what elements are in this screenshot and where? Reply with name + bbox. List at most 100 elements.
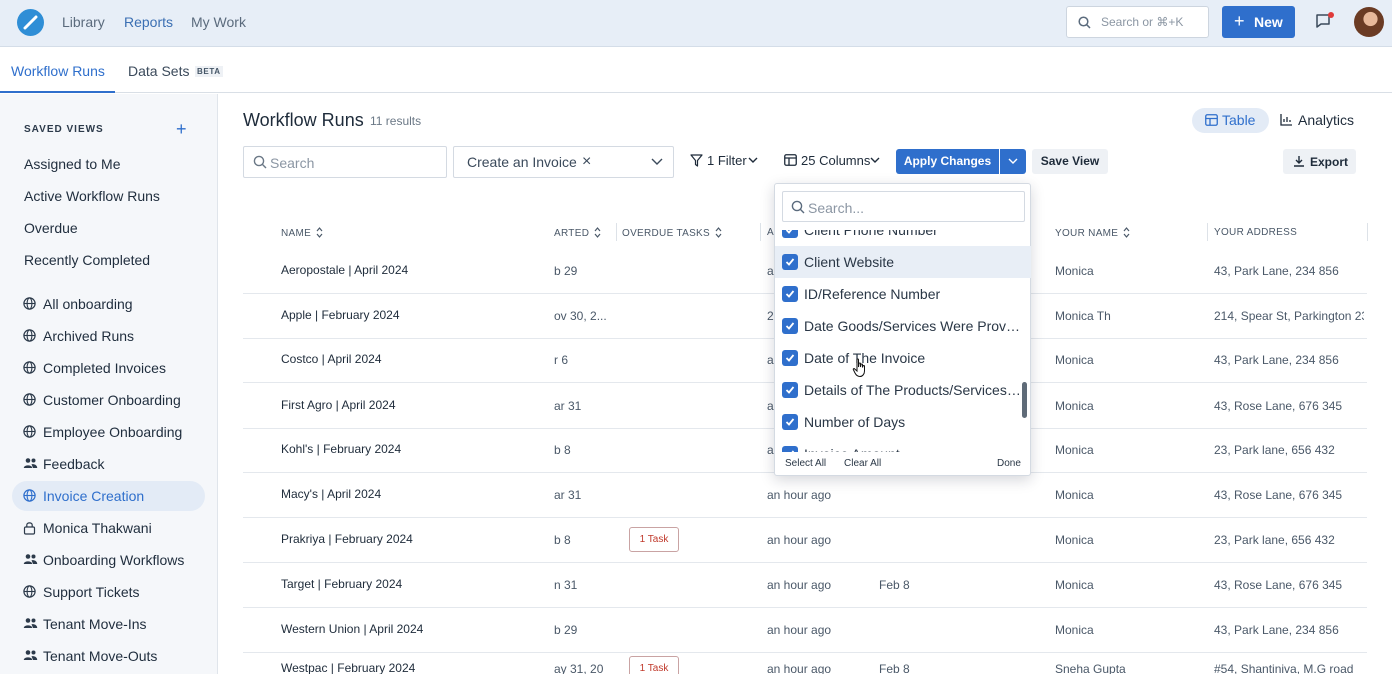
clear-all-button[interactable]: Clear All — [844, 458, 881, 469]
sidebar-item-support-tickets[interactable]: Support Tickets — [12, 577, 205, 607]
row-name[interactable]: Target | February 2024 — [281, 577, 531, 591]
table-search-input[interactable]: Search — [243, 146, 447, 178]
user-avatar[interactable] — [1354, 7, 1384, 37]
workflow-select[interactable]: Create an Invoice × — [453, 146, 674, 178]
row-your-address: 43, Park Lane, 234 856 — [1214, 623, 1339, 637]
save-view-button[interactable]: Save View — [1032, 149, 1108, 174]
column-header-fourth[interactable]: A — [767, 227, 774, 238]
row-col4: an hour ago — [767, 488, 832, 502]
checkbox-checked-icon[interactable] — [782, 254, 798, 270]
column-divider[interactable] — [760, 223, 761, 241]
row-name[interactable]: Macy's | April 2024 — [281, 487, 531, 501]
column-header-overdue-tasks[interactable]: OVERDUE TASKS — [622, 227, 722, 239]
row-name[interactable]: Kohl's | February 2024 — [281, 442, 531, 456]
sidebar-item-tenant-move-outs[interactable]: Tenant Move-Outs — [12, 641, 205, 671]
column-header-name-label: NAME — [281, 228, 312, 239]
column-header-your-name[interactable]: YOUR NAME — [1055, 227, 1130, 239]
remove-workflow-icon[interactable]: × — [582, 153, 591, 171]
column-header-name[interactable]: NAME — [281, 227, 323, 239]
row-name[interactable]: Apple | February 2024 — [281, 308, 531, 322]
sidebar-item-label: Archived Runs — [43, 328, 135, 344]
row-name[interactable]: Aeropostale | April 2024 — [281, 263, 531, 277]
column-header-your-address[interactable]: YOUR ADDRESS — [1214, 227, 1297, 238]
column-option[interactable]: Client Website — [775, 246, 1031, 278]
row-your-address: 43, Park Lane, 234 856 — [1214, 353, 1339, 367]
column-option[interactable]: ID/Reference Number — [775, 278, 1031, 310]
view-active-workflow-runs[interactable]: Active Workflow Runs — [24, 188, 160, 204]
new-button[interactable]: + New — [1222, 6, 1295, 38]
overdue-task-badge[interactable]: 1 Task — [629, 527, 679, 552]
done-button[interactable]: Done — [997, 458, 1021, 469]
sidebar-item-monica-thakwani[interactable]: Monica Thakwani — [12, 513, 205, 543]
global-search-placeholder: Search or ⌘+K — [1101, 15, 1184, 29]
column-option[interactable]: Number of Days — [775, 406, 1031, 438]
sidebar-item-completed-invoices[interactable]: Completed Invoices — [12, 353, 205, 383]
row-name[interactable]: Western Union | April 2024 — [281, 622, 531, 636]
export-button[interactable]: Export — [1283, 149, 1356, 174]
row-started: b 8 — [554, 443, 571, 457]
checkbox-checked-icon[interactable] — [782, 382, 798, 398]
results-count: 11 results — [370, 114, 422, 128]
apply-options-button[interactable] — [1000, 149, 1026, 174]
select-all-button[interactable]: Select All — [785, 458, 826, 469]
sidebar-item-employee-onboarding[interactable]: Employee Onboarding — [12, 417, 205, 447]
app-logo[interactable] — [17, 9, 44, 36]
nav-library[interactable]: Library — [62, 14, 105, 30]
nav-my-work[interactable]: My Work — [191, 14, 246, 30]
active-tab-indicator — [0, 91, 115, 93]
row-started: b 29 — [554, 623, 578, 637]
checkbox-checked-icon[interactable] — [782, 350, 798, 366]
sidebar-item-customer-onboarding[interactable]: Customer Onboarding — [12, 385, 205, 415]
columns-search-input[interactable]: Search... — [782, 191, 1025, 222]
view-overdue[interactable]: Overdue — [24, 220, 78, 236]
sidebar-item-tenant-move-ins[interactable]: Tenant Move-Ins — [12, 609, 205, 639]
sidebar-item-label: Tenant Move-Outs — [43, 648, 158, 664]
tab-workflow-runs[interactable]: Workflow Runs — [11, 63, 105, 79]
saved-views-title: SAVED VIEWS — [24, 124, 104, 135]
column-option[interactable]: Client Phone Number — [775, 230, 1031, 246]
overdue-task-badge[interactable]: 1 Task — [629, 656, 679, 674]
columns-list[interactable]: Client Phone Number Client Website ID/Refe… — [775, 230, 1032, 452]
globe-icon — [23, 393, 36, 406]
column-option[interactable]: Invoice Amount — [775, 438, 1031, 452]
column-option[interactable]: Date of The Invoice — [775, 342, 1031, 374]
column-divider[interactable] — [1207, 223, 1208, 241]
sidebar-item-onboarding-workflows[interactable]: Onboarding Workflows — [12, 545, 205, 575]
sidebar-item-feedback[interactable]: Feedback — [12, 449, 205, 479]
column-divider[interactable] — [616, 223, 617, 241]
column-divider[interactable] — [1367, 223, 1368, 241]
row-your-address: #54, Shantiniva, M.G road — [1214, 662, 1354, 674]
global-search-input[interactable]: Search or ⌘+K — [1066, 6, 1209, 38]
download-icon — [1294, 156, 1304, 167]
checkbox-checked-icon[interactable] — [782, 286, 798, 302]
column-option[interactable]: Details of The Products/Services P... — [775, 374, 1031, 406]
row-your-name: Monica — [1055, 488, 1094, 502]
nav-reports[interactable]: Reports — [124, 14, 173, 30]
row-name[interactable]: Costco | April 2024 — [281, 352, 531, 366]
columns-list-scrollbar[interactable] — [1022, 382, 1027, 418]
analytics-icon — [1280, 114, 1292, 126]
view-recently-completed[interactable]: Recently Completed — [24, 252, 150, 268]
sidebar-item-invoice-creation[interactable]: Invoice Creation — [12, 481, 205, 511]
checkbox-checked-icon[interactable] — [782, 318, 798, 334]
sidebar-item-label: All onboarding — [43, 296, 133, 312]
column-option[interactable]: Date Goods/Services Were Provid... — [775, 310, 1031, 342]
row-started: ar 31 — [554, 399, 582, 413]
tab-data-sets[interactable]: Data Sets — [128, 63, 189, 79]
column-header-started[interactable]: ARTED — [554, 227, 601, 239]
checkbox-checked-icon[interactable] — [782, 230, 798, 238]
view-table-button[interactable]: Table — [1192, 108, 1269, 133]
filter-icon — [690, 154, 703, 167]
sidebar-item-label: Tenant Move-Ins — [43, 616, 147, 632]
checkbox-checked-icon[interactable] — [782, 414, 798, 430]
row-name[interactable]: First Agro | April 2024 — [281, 398, 531, 412]
sidebar-item-all-onboarding[interactable]: All onboarding — [12, 289, 205, 319]
sidebar-item-archived-runs[interactable]: Archived Runs — [12, 321, 205, 351]
sidebar-item-label: Invoice Creation — [43, 488, 145, 504]
apply-changes-button[interactable]: Apply Changes — [896, 149, 999, 174]
row-name[interactable]: Westpac | February 2024 — [281, 661, 531, 674]
export-button-label: Export — [1310, 155, 1349, 169]
row-name[interactable]: Prakriya | February 2024 — [281, 532, 531, 546]
view-assigned-to-me[interactable]: Assigned to Me — [24, 156, 121, 172]
add-view-icon[interactable]: + — [176, 120, 187, 138]
